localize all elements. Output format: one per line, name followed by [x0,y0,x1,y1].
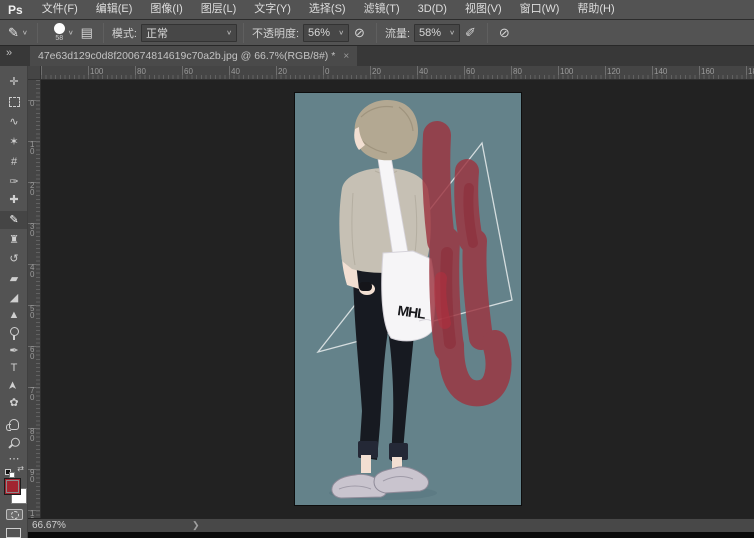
move-tool[interactable]: ✛ [0,73,28,91]
chevron-down-icon[interactable]: ∨ [68,29,74,36]
eraser-tool[interactable]: ▰ [0,270,28,288]
menu-select[interactable]: 选择(S) [300,0,355,19]
collapse-panels-icon[interactable]: » [6,47,12,59]
brush-tool[interactable]: ✎ [0,211,28,229]
divider [487,23,488,43]
red-paint-bright [440,278,445,323]
document-title: 47e63d129c0d8f200674814619c70a2b.jpg @ 6… [38,50,335,62]
pasteboard: MHL [41,80,754,518]
menu-edit[interactable]: 编辑(E) [87,0,142,19]
divider [37,23,38,43]
window-bottom-edge [28,532,754,538]
quick-selection-tool[interactable]: ✶ [0,133,28,151]
opacity-value: 56% [308,27,330,39]
menu-view[interactable]: 视图(V) [456,0,511,19]
toggle-brush-panel-button[interactable]: ▤ [81,25,93,41]
opacity-input[interactable]: 56% ∨ [303,24,349,42]
flow-value: 58% [419,27,441,39]
quick-mask-button[interactable] [6,509,23,520]
menu-file[interactable]: 文件(F) [33,0,87,19]
ruler-corner [28,66,41,80]
canvas-artwork: MHL [295,93,521,505]
status-bar: 66.67% ❯ [28,519,754,532]
default-swap-colors-button[interactable]: ⇄ [4,466,24,478]
divider [376,23,377,43]
ankle-left [361,455,371,473]
foreground-color-swatch[interactable] [4,478,21,495]
hair [355,100,418,160]
lasso-tool[interactable]: ∿ [0,113,28,131]
pressure-opacity-icon[interactable]: ⊘ [354,25,365,41]
brush-tip-preview [54,23,65,34]
tote-bag [382,251,435,341]
close-icon[interactable]: × [343,51,349,62]
photoshop-window: Ps 文件(F)编辑(E)图像(I)图层(L)文字(Y)选择(S)滤镜(T)3D… [0,0,754,538]
menu-image[interactable]: 图像(I) [141,0,191,19]
document-tab-bar: » 47e63d129c0d8f200674814619c70a2b.jpg @… [0,46,754,66]
flow-input[interactable]: 58% ∨ [414,24,460,42]
divider [103,23,104,43]
spot-healing-brush-tool[interactable]: ✚ [0,191,28,209]
menu-items: 文件(F)编辑(E)图像(I)图层(L)文字(Y)选择(S)滤镜(T)3D(D)… [33,0,624,19]
pen-tool[interactable]: ✒ [0,342,28,360]
brush-preset-picker[interactable]: 58 [54,23,65,42]
menu-filter[interactable]: 滤镜(T) [355,0,409,19]
brush-icon: ✎ [8,25,19,41]
flow-label: 流量: [385,25,410,41]
type-tool[interactable]: T [0,359,28,377]
vertical-ruler[interactable]: 0102030405060708090100 [28,80,41,518]
custom-shape-tool[interactable]: ✿ [0,394,28,412]
blend-mode-value: 正常 [146,25,168,41]
document-tab[interactable]: 47e63d129c0d8f200674814619c70a2b.jpg @ 6… [30,46,357,66]
rectangular-marquee-tool[interactable] [0,93,28,111]
color-swatches [3,478,27,506]
blur-tool[interactable]: ▲ [0,306,28,324]
options-bar: ✎ ∨ 58 ∨ ▤ 模式: 正常 ∨ 不透明度: 56% ∨ ⊘ 流量: 58… [0,20,754,46]
tools-panel: ✛∿✶#✑✚✎♜↺▰◢▲✒T➤✿⋯ ⇄ [0,66,28,538]
eyedropper-tool[interactable]: ✑ [0,173,28,191]
airbrush-icon[interactable]: ✐ [465,25,476,41]
chevron-down-icon: ∨ [449,29,455,36]
zoom-level-field[interactable]: 66.67% [28,520,66,531]
blend-mode-select[interactable]: 正常 ∨ [141,24,237,42]
horizontal-ruler[interactable]: 10080604020020406080100120140160180200 [41,66,754,80]
chevron-down-icon: ∨ [22,29,28,36]
menu-layer[interactable]: 图层(L) [192,0,245,19]
current-tool-button[interactable]: ✎ ∨ [8,25,31,41]
ps-logo: Ps [0,3,33,17]
history-brush-tool[interactable]: ↺ [0,250,28,268]
chevron-down-icon: ∨ [338,29,344,36]
pressure-size-icon[interactable]: ⊘ [499,25,510,41]
brush-size-value: 58 [55,35,63,42]
watch [359,282,372,291]
status-menu-arrow[interactable]: ❯ [192,519,200,532]
gradient-tool[interactable]: ◢ [0,289,28,307]
mode-label: 模式: [112,25,137,41]
path-selection-tool[interactable]: ➤ [0,376,28,394]
screen-mode-button[interactable] [6,528,21,538]
dodge-tool[interactable] [0,324,28,342]
ruler-minor-ticks [41,75,754,79]
opacity-label: 不透明度: [252,25,299,41]
canvas[interactable]: MHL [295,93,521,505]
chevron-down-icon: ∨ [226,29,232,36]
menu-bar: Ps 文件(F)编辑(E)图像(I)图层(L)文字(Y)选择(S)滤镜(T)3D… [0,0,754,20]
swap-arrow-icon: ⇄ [17,464,24,473]
clone-stamp-tool[interactable]: ♜ [0,231,28,249]
menu-3d[interactable]: 3D(D) [409,0,456,19]
divider [243,23,244,43]
crop-tool[interactable]: # [0,153,28,171]
menu-help[interactable]: 帮助(H) [568,0,623,19]
menu-window[interactable]: 窗口(W) [511,0,569,19]
menu-type[interactable]: 文字(Y) [245,0,300,19]
hand-tool[interactable] [0,415,28,433]
